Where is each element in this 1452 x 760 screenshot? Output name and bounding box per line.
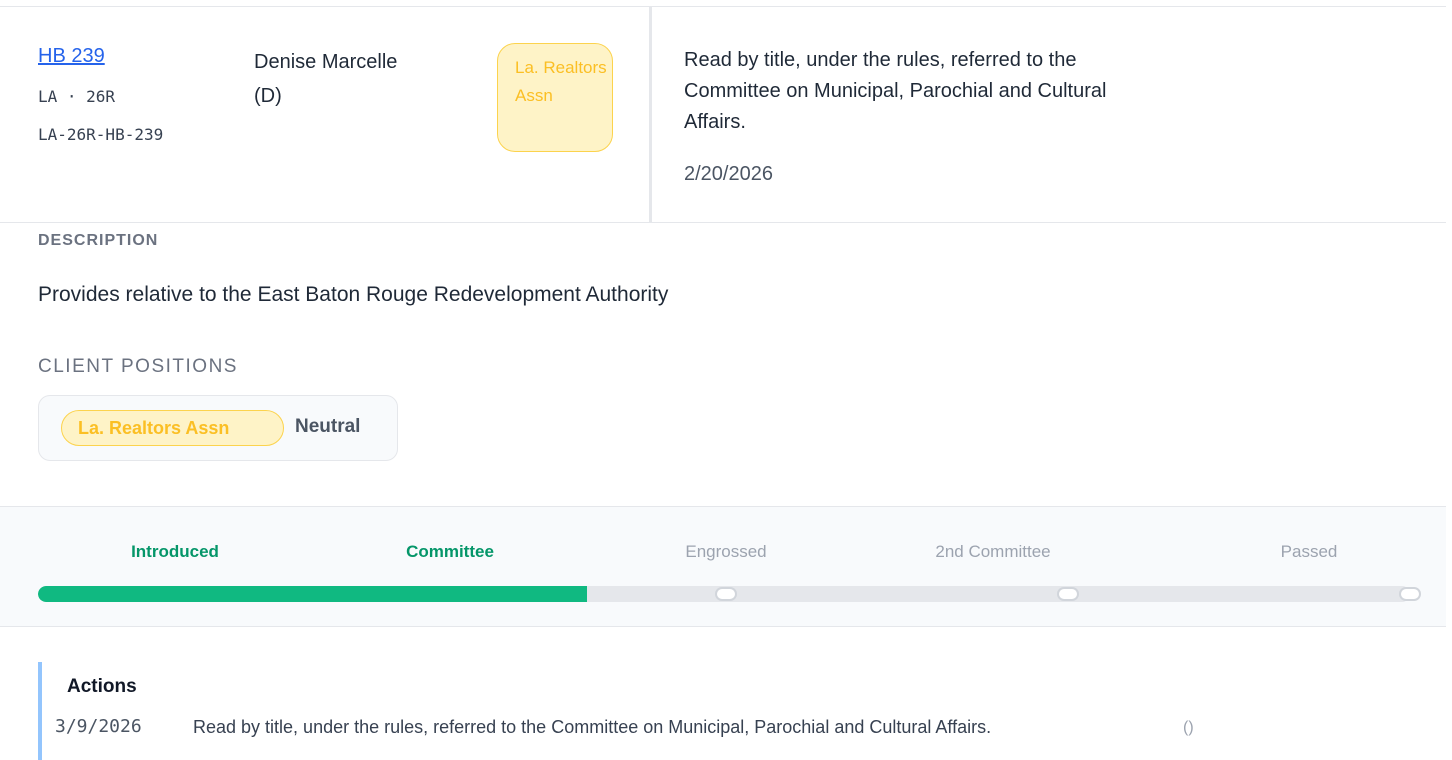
- last-action-date: 2/20/2026: [684, 163, 773, 185]
- actions-heading: Actions: [67, 676, 137, 697]
- action-extra: (): [1183, 719, 1194, 736]
- bill-state-session: LA · 26R: [38, 87, 116, 106]
- stage-2nd-committee: 2nd Committee: [935, 542, 1051, 561]
- client-positions-heading: CLIENT POSITIONS: [38, 356, 238, 377]
- bill-id: LA-26R-HB-239: [38, 125, 164, 144]
- client-position-client: La. Realtors Assn: [61, 410, 284, 446]
- client-badge: La. Realtors Assn: [497, 43, 613, 152]
- bill-number-link[interactable]: HB 239: [38, 45, 105, 68]
- stage-node-engrossed: [715, 587, 737, 601]
- column-divider: [649, 7, 652, 223]
- action-date: 3/9/2026: [55, 716, 142, 737]
- stage-engrossed: Engrossed: [685, 542, 767, 561]
- description-heading: DESCRIPTION: [38, 232, 159, 249]
- stage-introduced: Introduced: [131, 542, 219, 561]
- stage-passed: Passed: [1280, 542, 1338, 561]
- sponsor-name: Denise Marcelle (D): [254, 51, 398, 107]
- description-text: Provides relative to the East Baton Roug…: [38, 283, 669, 306]
- last-action-text: Read by title, under the rules, referred…: [684, 49, 1107, 133]
- client-position-card: La. Realtors Assn Neutral: [38, 395, 398, 461]
- stage-node-passed: [1399, 587, 1421, 601]
- action-text: Read by title, under the rules, referred…: [193, 717, 992, 737]
- stage-node-2nd-committee: [1057, 587, 1079, 601]
- bill-row: HB 239 LA · 26R LA-26R-HB-239 Denise Mar…: [0, 7, 1446, 223]
- progress-tracker: Introduced Committee Engrossed 2nd Commi…: [0, 506, 1446, 627]
- actions-panel: Actions 3/9/2026 Read by title, under th…: [38, 662, 1438, 760]
- client-position-stance: Neutral: [295, 416, 361, 437]
- stage-committee: Committee: [406, 542, 494, 561]
- progress-fill: [38, 586, 587, 602]
